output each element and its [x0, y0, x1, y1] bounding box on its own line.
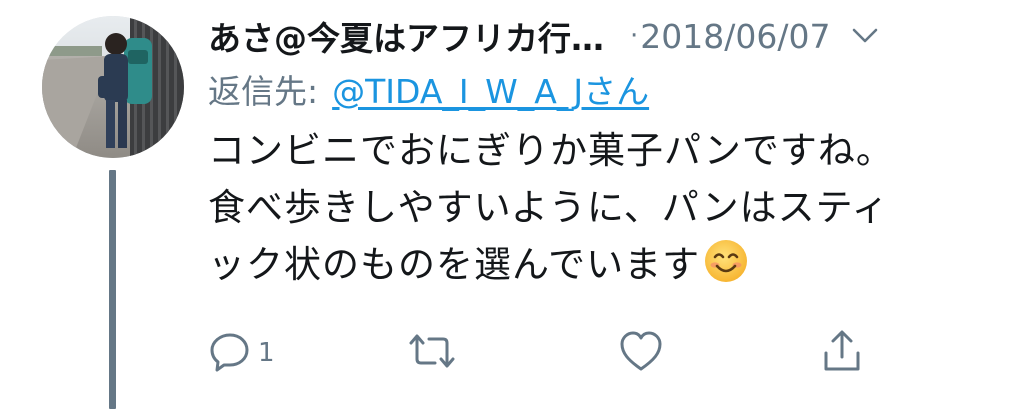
timestamp[interactable]: 2018/06/07 — [640, 17, 830, 56]
reply-handle-link[interactable]: @TIDA_I_W_A_Jさん — [332, 65, 649, 113]
reply-prefix: 返信先: — [208, 72, 319, 111]
separator-dot: · — [630, 21, 639, 51]
avatar[interactable] — [42, 16, 184, 158]
reply-handle-text[interactable]: @TIDA_I_W_A_Jさん — [332, 72, 649, 111]
tweet-actions: 1 — [208, 326, 888, 380]
reply-count: 1 — [258, 338, 275, 368]
tweet-text-line: ック状のものを選んでいます — [208, 243, 701, 286]
reply-icon — [208, 329, 252, 377]
thread-line — [109, 170, 116, 409]
reply-button[interactable]: 1 — [208, 326, 275, 380]
avatar-photo — [42, 16, 184, 158]
smiling-face-emoji — [704, 239, 748, 283]
tweet[interactable]: あさ@今夏はアフリカ行… · 2018/06/07 返信先: @TIDA_I_W… — [0, 0, 1024, 409]
tweet-text-line: コンビニでおにぎりか菓子パンですね。 — [208, 129, 894, 172]
tweet-header: あさ@今夏はアフリカ行… · 2018/06/07 — [208, 8, 994, 64]
retweet-icon — [408, 329, 456, 377]
tweet-text-line: 食べ歩きしやすいように、パンはスティ — [208, 186, 890, 229]
display-name[interactable]: あさ@今夏はアフリカ行… — [208, 12, 604, 60]
share-button[interactable] — [820, 326, 870, 380]
tweet-text-line-last: ック状のものを選んでいます — [208, 236, 998, 293]
heart-icon — [618, 329, 664, 377]
like-button[interactable] — [618, 326, 670, 380]
replying-to: 返信先: @TIDA_I_W_A_Jさん — [208, 66, 649, 112]
retweet-button[interactable] — [408, 326, 462, 380]
chevron-down-icon[interactable] — [850, 21, 880, 51]
tweet-text: コンビニでおにぎりか菓子パンですね。 食べ歩きしやすいように、パンはスティ ック… — [208, 122, 998, 293]
share-icon — [820, 329, 864, 377]
